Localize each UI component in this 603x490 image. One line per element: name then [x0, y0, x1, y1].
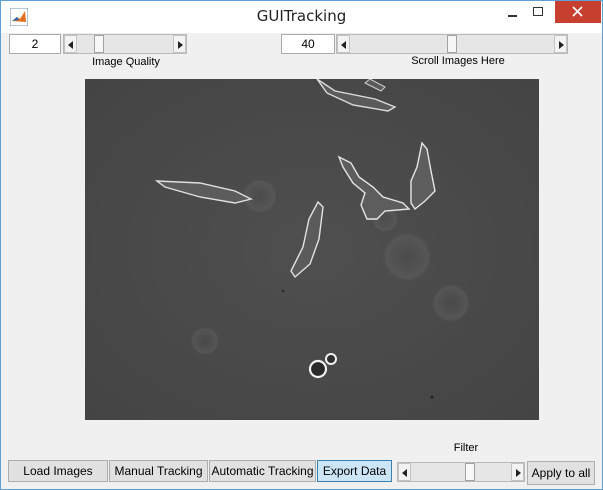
close-button[interactable] — [555, 1, 601, 23]
quality-slider[interactable] — [63, 34, 187, 54]
quality-slider-thumb[interactable] — [94, 35, 104, 53]
app-window: GUITracking 2 Image Quality 40 Scroll Im… — [0, 0, 603, 490]
scroll-slider[interactable] — [336, 34, 568, 54]
arrow-right-icon — [178, 41, 183, 49]
quality-label: Image Quality — [92, 56, 160, 68]
title-bar: GUITracking — [1, 1, 602, 33]
arrow-left-icon — [341, 41, 346, 49]
manual-tracking-button[interactable]: Manual Tracking — [109, 460, 208, 482]
quality-value-field[interactable]: 2 — [9, 34, 61, 54]
load-images-button[interactable]: Load Images — [8, 460, 108, 482]
maximize-icon — [533, 7, 543, 16]
arrow-left-icon — [68, 41, 73, 49]
scroll-slider-left-arrow[interactable] — [337, 35, 350, 53]
maximize-button[interactable] — [523, 1, 553, 23]
scroll-value-field[interactable]: 40 — [281, 34, 335, 54]
automatic-tracking-button[interactable]: Automatic Tracking — [209, 460, 316, 482]
filter-slider[interactable] — [397, 462, 525, 482]
phase-contrast-cells-image — [85, 79, 539, 420]
export-data-button[interactable]: Export Data — [317, 460, 392, 482]
minimize-icon — [508, 15, 517, 17]
arrow-left-icon — [402, 469, 407, 477]
arrow-right-icon — [516, 469, 521, 477]
scroll-label: Scroll Images Here — [411, 55, 505, 67]
quality-slider-right-arrow[interactable] — [173, 35, 186, 53]
quality-slider-left-arrow[interactable] — [64, 35, 77, 53]
scroll-slider-right-arrow[interactable] — [554, 35, 567, 53]
filter-slider-left-arrow[interactable] — [398, 463, 411, 481]
arrow-right-icon — [559, 41, 564, 49]
filter-slider-right-arrow[interactable] — [511, 463, 524, 481]
close-icon — [572, 6, 583, 17]
scroll-slider-thumb[interactable] — [447, 35, 457, 53]
cell-image[interactable] — [85, 79, 539, 420]
filter-slider-thumb[interactable] — [465, 463, 475, 481]
apply-to-all-button[interactable]: Apply to all — [527, 461, 595, 485]
filter-label: Filter — [453, 442, 479, 454]
